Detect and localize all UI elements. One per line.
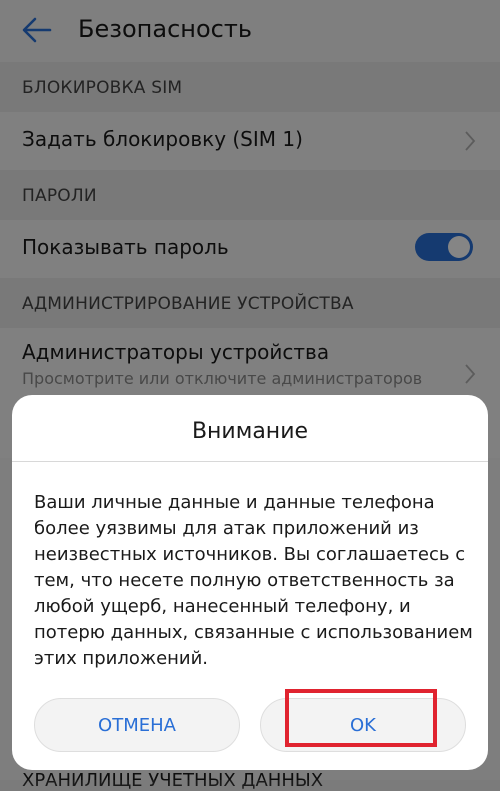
dialog-message: Ваши личные данные и данные телефона бол… [34,492,473,669]
dialog-title: Внимание [191,419,309,444]
ok-button[interactable]: OK [260,698,466,752]
warning-dialog: Внимание Ваши личные данные и данные тел… [12,395,488,770]
cancel-button[interactable]: ОТМЕНА [34,698,240,752]
dialog-divider [12,461,488,462]
